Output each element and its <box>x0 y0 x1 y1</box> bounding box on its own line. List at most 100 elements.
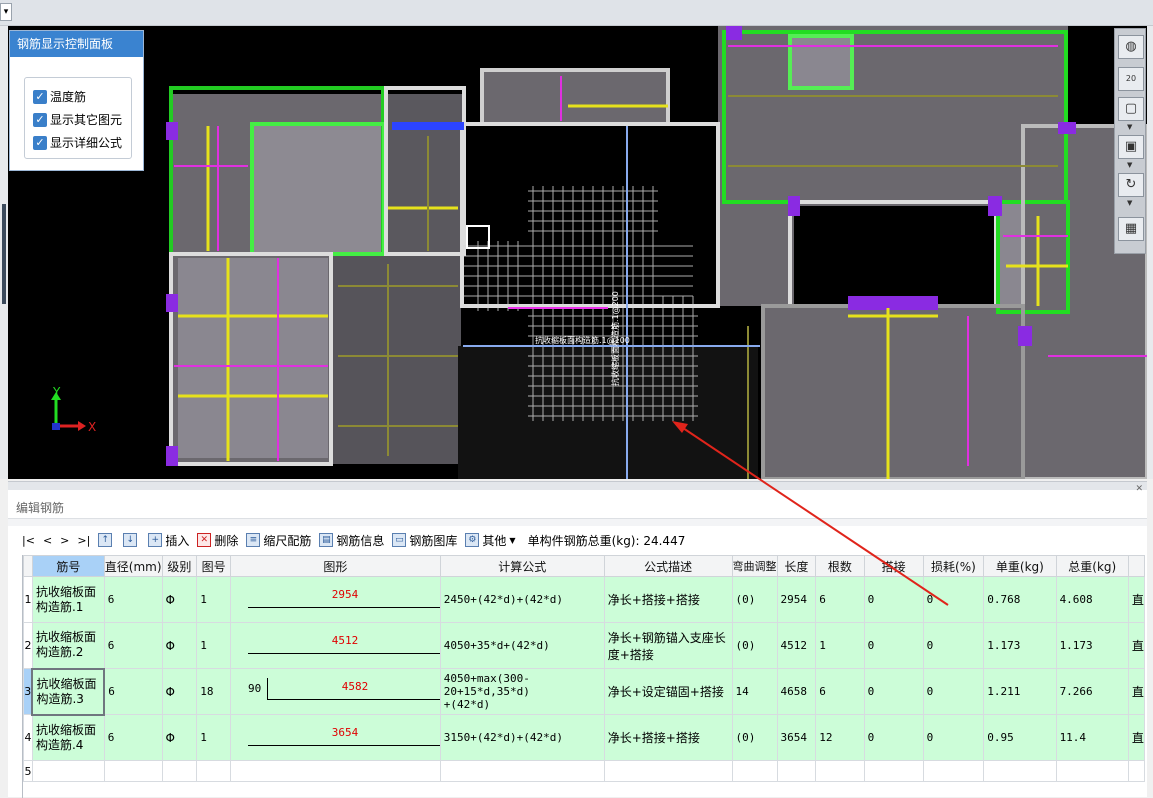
move-down-button[interactable]: ↓ <box>123 533 140 547</box>
checkbox-show-other-elements[interactable]: ✓ 显示其它图元 <box>25 108 131 131</box>
rebar-name-cell[interactable]: 抗收缩板面 构造筋.3 <box>31 667 106 716</box>
header-col[interactable] <box>1127 555 1145 577</box>
grade-cell[interactable]: Φ <box>161 668 198 715</box>
header-col[interactable]: 筋号 <box>31 555 105 577</box>
row-number[interactable]: 2 <box>23 622 33 669</box>
count-cell[interactable]: 1 <box>815 622 865 669</box>
total-weight-cell[interactable]: 1.173 <box>1055 622 1129 669</box>
empty-cell[interactable] <box>1055 760 1129 782</box>
formula-cell[interactable]: 2450+(42*d)+(42*d) <box>439 576 605 623</box>
loss-cell[interactable]: 0 <box>922 668 985 715</box>
extra-cell[interactable]: 直 <box>1127 714 1145 761</box>
empty-cell[interactable] <box>983 760 1057 782</box>
diameter-cell[interactable]: 6 <box>103 622 163 669</box>
header-col[interactable]: 弯曲调整 <box>731 555 778 577</box>
move-up-button[interactable]: ↑ <box>98 533 115 547</box>
cube-shaded-icon[interactable]: ▣ <box>1118 135 1144 159</box>
shape-cell[interactable]: 4512 <box>229 622 441 669</box>
rebar-library-button[interactable]: ▭ 钢筋图库 <box>392 532 457 549</box>
empty-cell[interactable] <box>815 760 865 782</box>
grade-cell[interactable]: Φ <box>161 714 198 761</box>
diameter-cell[interactable]: 6 <box>103 668 163 715</box>
empty-cell[interactable] <box>103 760 163 782</box>
checkbox-checked-icon[interactable]: ✓ <box>33 112 47 127</box>
nav-first-button[interactable]: |< <box>22 534 35 547</box>
empty-cell[interactable] <box>603 760 733 782</box>
scale-rebar-button[interactable]: ≡ 缩尺配筋 <box>246 532 311 549</box>
splitter-handle[interactable] <box>2 204 6 304</box>
grid-settings-icon[interactable]: ▦ <box>1118 217 1144 241</box>
lap-cell[interactable]: 0 <box>863 668 924 715</box>
header-col[interactable]: 搭接 <box>863 555 924 577</box>
dropdown-arrow-icon[interactable]: ▾ <box>0 3 12 21</box>
diameter-cell[interactable]: 6 <box>103 714 163 761</box>
grade-cell[interactable]: Φ <box>161 576 198 623</box>
formula-cell[interactable]: 3150+(42*d)+(42*d) <box>439 714 605 761</box>
count-cell[interactable]: 6 <box>815 668 865 715</box>
zoom-level-button[interactable]: 20 <box>1118 67 1144 91</box>
rebar-name-cell[interactable]: 抗收缩板面 构造筋.4 <box>31 714 105 761</box>
formula-cell[interactable]: 4050+35*d+(42*d) <box>439 622 605 669</box>
shape-length[interactable]: 4512 <box>247 632 440 654</box>
extra-cell[interactable]: 直 <box>1127 576 1145 623</box>
shape-length[interactable]: 2954 <box>247 586 440 608</box>
bend-adjust-cell[interactable]: (0) <box>731 576 778 623</box>
bend-adjust-cell[interactable]: (0) <box>731 714 778 761</box>
close-icon[interactable]: ✕ <box>1135 484 1143 494</box>
lap-cell[interactable]: 0 <box>863 622 924 669</box>
empty-cell[interactable] <box>922 760 985 782</box>
row-number[interactable]: 5 <box>23 760 33 782</box>
table-row[interactable]: 2 抗收缩板面 构造筋.2 6 Φ 1 4512 4050+35*d+(42*d)… <box>23 622 1145 669</box>
figure-number-cell[interactable]: 1 <box>196 714 231 761</box>
empty-cell[interactable] <box>439 760 605 782</box>
loss-cell[interactable]: 0 <box>922 576 985 623</box>
empty-cell[interactable] <box>229 760 441 782</box>
empty-cell[interactable] <box>1127 760 1145 782</box>
count-cell[interactable]: 6 <box>815 576 865 623</box>
shape-cell[interactable]: 2954 <box>229 576 441 623</box>
empty-cell[interactable] <box>196 760 231 782</box>
formula-description-cell[interactable]: 净长+设定锚固+搭接 <box>603 668 733 715</box>
bend-adjust-cell[interactable]: (0) <box>731 622 778 669</box>
header-col[interactable]: 公式描述 <box>603 555 733 577</box>
header-col[interactable]: 级别 <box>161 555 198 577</box>
sphere-view-icon[interactable]: ◍ <box>1118 35 1144 59</box>
total-weight-cell[interactable]: 7.266 <box>1055 668 1129 715</box>
cube-view-icon[interactable]: ▢ <box>1118 97 1144 121</box>
nav-prev-button[interactable]: < <box>43 534 52 547</box>
row-number[interactable]: 3 <box>23 668 33 715</box>
empty-cell[interactable] <box>731 760 778 782</box>
total-weight-cell[interactable]: 4.608 <box>1055 576 1129 623</box>
loss-cell[interactable]: 0 <box>922 622 985 669</box>
header-col[interactable]: 单重(kg) <box>983 555 1057 577</box>
table-row-selected[interactable]: 3 抗收缩板面 构造筋.3 6 Φ 18 90 4582 4050+max(300-… <box>23 667 1145 716</box>
empty-cell[interactable] <box>161 760 198 782</box>
lap-cell[interactable]: 0 <box>863 714 924 761</box>
chevron-down-icon[interactable]: ▼ <box>1127 161 1132 169</box>
total-weight-cell[interactable]: 11.4 <box>1055 714 1129 761</box>
empty-cell[interactable] <box>31 760 105 782</box>
row-number[interactable]: 1 <box>23 576 33 623</box>
count-cell[interactable]: 12 <box>815 714 865 761</box>
lap-cell[interactable]: 0 <box>863 576 924 623</box>
formula-description-cell[interactable]: 净长+钢筋锚入支座长 度+搭接 <box>603 622 733 669</box>
length-cell[interactable]: 4658 <box>776 668 817 715</box>
checkbox-show-detailed-formula[interactable]: ✓ 显示详细公式 <box>25 131 131 154</box>
unit-weight-cell[interactable]: 1.173 <box>983 622 1057 669</box>
shape-cell[interactable]: 3654 <box>229 714 441 761</box>
rebar-info-button[interactable]: ▤ 钢筋信息 <box>319 532 384 549</box>
table-row-empty[interactable]: 5 <box>23 760 1145 782</box>
extra-cell[interactable]: 直 <box>1127 668 1145 715</box>
left-splitter[interactable] <box>0 26 8 479</box>
unit-weight-cell[interactable]: 1.211 <box>983 668 1057 715</box>
table-row[interactable]: 1 抗收缩板面 构造筋.1 6 Φ 1 2954 2450+(42*d)+(42*… <box>23 576 1145 623</box>
rebar-name-cell[interactable]: 抗收缩板面 构造筋.2 <box>31 622 105 669</box>
cad-viewport[interactable]: 抗收缩板面构造筋.1@100 抗收缩板面构造筋.1@200 <box>8 26 1147 479</box>
diameter-cell[interactable]: 6 <box>103 576 163 623</box>
header-col[interactable]: 直径(mm) <box>103 555 163 577</box>
shape-length[interactable]: 4582 <box>266 678 440 700</box>
checkbox-checked-icon[interactable]: ✓ <box>33 135 47 150</box>
header-col[interactable]: 根数 <box>815 555 865 577</box>
row-number[interactable]: 4 <box>23 714 33 761</box>
other-menu-button[interactable]: ⚙ 其他 ▼ <box>465 532 516 549</box>
